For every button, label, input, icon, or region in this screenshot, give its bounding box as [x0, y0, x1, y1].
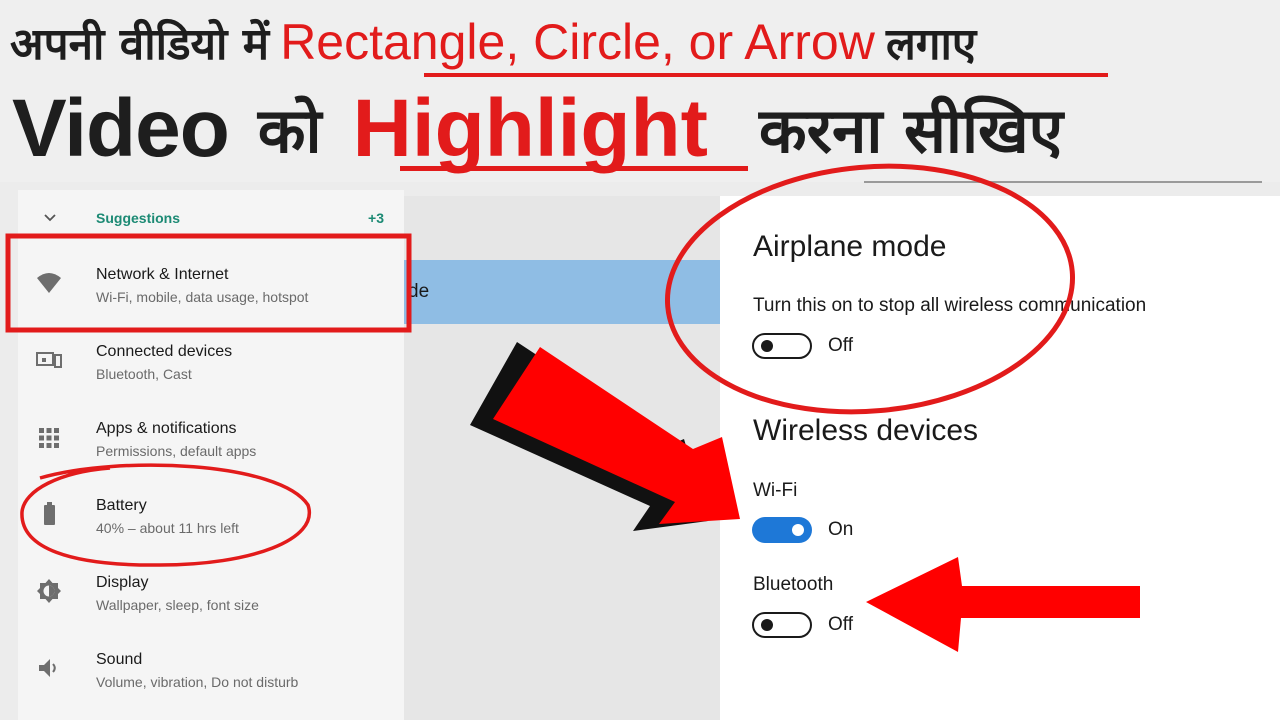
settings-item-subtitle: Bluetooth, Cast — [96, 366, 192, 382]
banner-underline-1 — [424, 73, 1108, 77]
banner-hindi-text-a: अपनी वीडियो में — [10, 19, 270, 70]
toggle-knob — [761, 340, 773, 352]
brightness-icon — [37, 579, 61, 603]
settings-item-subtitle: Volume, vibration, Do not disturb — [96, 674, 299, 690]
suggestions-row[interactable]: Suggestions +3 — [18, 190, 404, 246]
title-banner: अपनी वीडियो में Rectangle, Circle, or Ar… — [0, 0, 1280, 183]
banner-highlight-word: Highlight — [352, 83, 708, 174]
banner-line-1: अपनी वीडियो में Rectangle, Circle, or Ar… — [10, 12, 976, 82]
settings-item-battery[interactable]: Battery 40% – about 11 hrs left — [18, 477, 404, 554]
settings-item-title: Connected devices — [96, 343, 233, 360]
airplane-mode-state: Off — [828, 335, 853, 356]
settings-item-display[interactable]: Display Wallpaper, sleep, font size — [18, 554, 404, 631]
suggestions-label: Suggestions — [96, 210, 181, 226]
wifi-toggle[interactable] — [752, 517, 812, 543]
banner-underline-2 — [400, 166, 748, 171]
settings-item-apps[interactable]: Apps & notifications Permissions, defaul… — [18, 400, 404, 477]
toggle-knob — [792, 524, 804, 536]
battery-icon — [44, 502, 55, 525]
settings-item-subtitle: 40% – about 11 hrs left — [96, 520, 239, 536]
banner-underline-3 — [864, 181, 1262, 183]
bluetooth-toggle[interactable] — [752, 612, 812, 638]
settings-item-connected-devices[interactable]: Connected devices Bluetooth, Cast — [18, 323, 404, 400]
bluetooth-state: Off — [828, 614, 853, 635]
banner-highlight-text: Rectangle, Circle, or Arrow — [280, 14, 875, 70]
suggestions-count: +3 — [368, 210, 384, 226]
settings-item-title: Network & Internet — [96, 266, 229, 283]
wifi-icon — [37, 273, 61, 293]
toggle-knob — [761, 619, 773, 631]
devices-icon — [36, 352, 62, 368]
settings-item-subtitle: Permissions, default apps — [96, 443, 257, 459]
settings-item-title: Display — [96, 574, 149, 591]
wifi-state: On — [828, 519, 854, 540]
settings-item-title: Apps & notifications — [96, 420, 237, 437]
settings-item-network[interactable]: Network & Internet Wi-Fi, mobile, data u… — [18, 246, 404, 323]
wifi-label: Wi-Fi — [753, 480, 798, 501]
nav-item-airplane-mode-selected[interactable] — [404, 260, 720, 324]
settings-item-sound[interactable]: Sound Volume, vibration, Do not disturb — [18, 631, 404, 708]
wireless-devices-title: Wireless devices — [753, 414, 979, 447]
banner-hindi-text-c: करना सीखिए — [758, 94, 1064, 167]
chevron-down-icon[interactable] — [40, 208, 60, 228]
banner-video-word: Video — [12, 83, 230, 174]
apps-grid-icon — [39, 428, 59, 448]
android-settings-panel: Suggestions +3 Network & Internet Wi-Fi,… — [18, 190, 404, 720]
nav-item-label: de — [408, 281, 430, 302]
banner-ko-word: को — [257, 94, 322, 167]
volume-icon — [39, 659, 56, 677]
settings-item-title: Battery — [96, 497, 147, 514]
airplane-mode-panel — [720, 196, 1280, 720]
banner-hindi-text-b: लगाए — [885, 19, 977, 70]
settings-item-subtitle: Wi-Fi, mobile, data usage, hotspot — [96, 289, 309, 305]
airplane-mode-toggle[interactable] — [752, 333, 812, 359]
banner-line-2: Video को Highlight करना सीखिए — [12, 82, 1064, 174]
airplane-mode-description: Turn this on to stop all wireless commun… — [753, 295, 1147, 316]
airplane-mode-title: Airplane mode — [753, 230, 947, 263]
settings-item-subtitle: Wallpaper, sleep, font size — [96, 597, 259, 613]
settings-item-title: Sound — [96, 651, 143, 668]
bluetooth-label: Bluetooth — [753, 574, 834, 595]
